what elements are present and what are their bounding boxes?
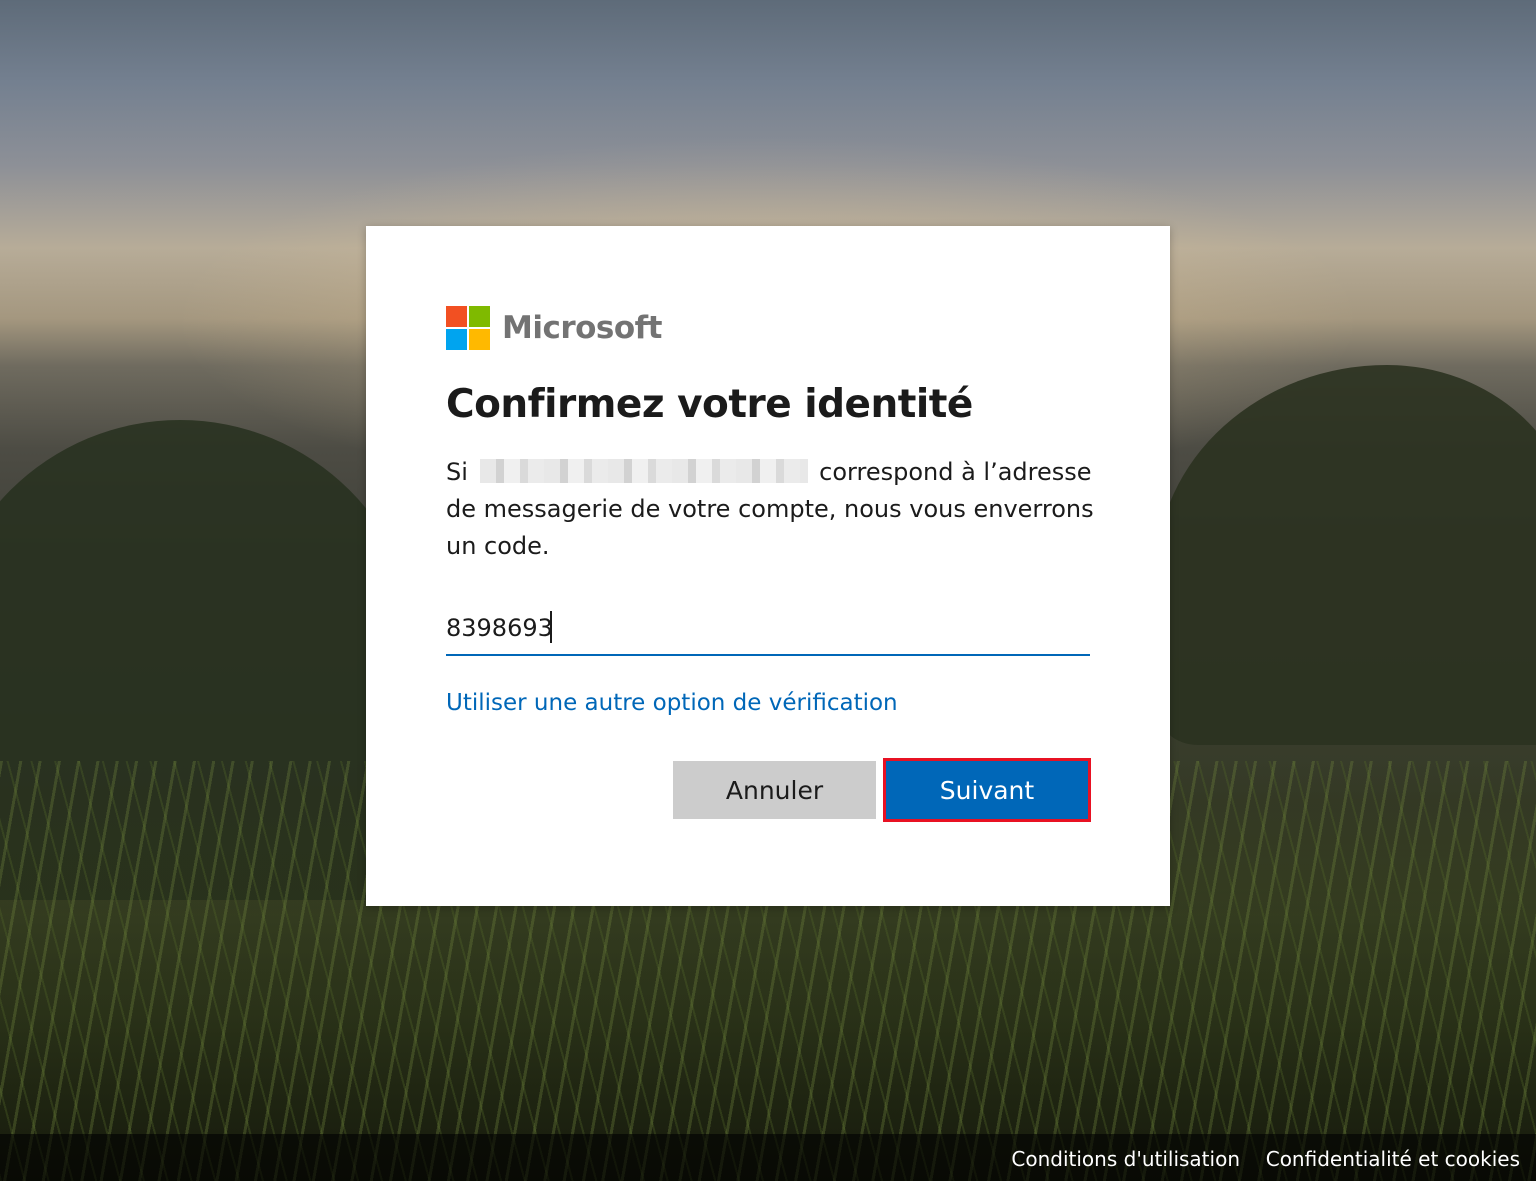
sign-in-screen: Microsoft Confirmez votre identité Si co…: [0, 0, 1536, 1181]
background-mountain-right: [1156, 365, 1536, 745]
identity-verification-dialog: Microsoft Confirmez votre identité Si co…: [366, 226, 1170, 906]
footer-bar: Conditions d'utilisation Confidentialité…: [0, 1134, 1536, 1181]
masked-email-address: [479, 459, 808, 483]
logo-square-green: [469, 306, 490, 327]
logo-square-yellow: [469, 329, 490, 350]
logo-text: Microsoft: [502, 310, 663, 346]
next-button[interactable]: Suivant: [883, 758, 1091, 822]
verification-code-input[interactable]: [446, 602, 1090, 656]
microsoft-logo-icon: [446, 306, 490, 350]
logo-square-red: [446, 306, 467, 327]
alternate-verification-link[interactable]: Utiliser une autre option de vérificatio…: [446, 690, 898, 716]
page-title: Confirmez votre identité: [446, 382, 973, 427]
description-text: Si correspond à l’adresse de messagerie …: [446, 454, 1096, 565]
privacy-cookies-link[interactable]: Confidentialité et cookies: [1266, 1147, 1520, 1171]
cancel-button[interactable]: Annuler: [673, 761, 876, 819]
logo-square-blue: [446, 329, 467, 350]
text-cursor: [550, 611, 552, 643]
microsoft-logo: Microsoft: [446, 306, 663, 350]
description-prefix: Si: [446, 458, 476, 486]
terms-of-use-link[interactable]: Conditions d'utilisation: [1011, 1147, 1240, 1171]
